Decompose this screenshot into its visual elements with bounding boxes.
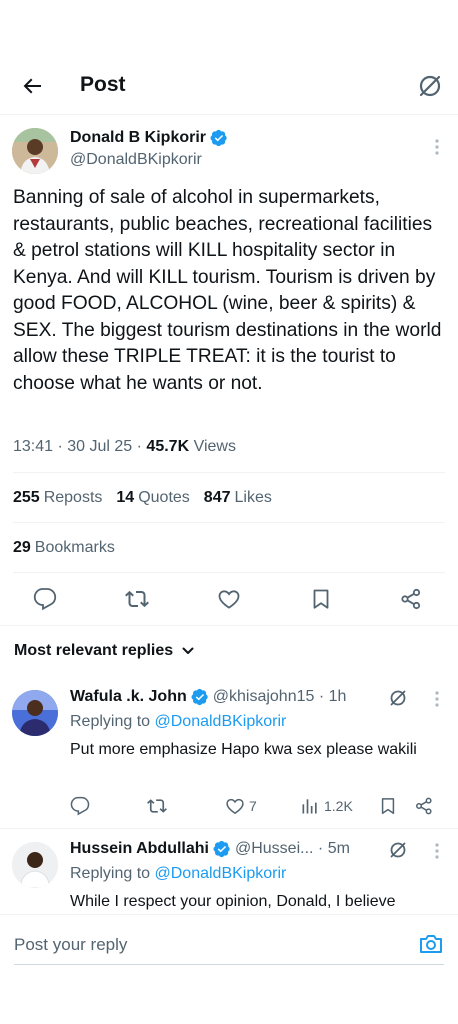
avatar[interactable]: [12, 690, 58, 736]
back-button[interactable]: [18, 72, 46, 100]
top-bar: Post: [0, 60, 458, 112]
bookmark-icon: [381, 798, 395, 814]
divider: [13, 522, 445, 523]
divider: [0, 625, 458, 626]
replies-sort-button[interactable]: Most relevant replies: [14, 642, 195, 660]
verified-badge-icon: [213, 840, 230, 858]
replying-to-prefix: Replying to: [70, 713, 155, 730]
author-handle[interactable]: @DonaldBKipkorir: [70, 151, 202, 169]
replying-to-mention[interactable]: @DonaldBKipkorir: [155, 713, 287, 730]
chevron-down-icon: [182, 647, 194, 654]
grok-icon[interactable]: [388, 688, 408, 708]
composer-underline: [14, 964, 444, 965]
replying-to-prefix: Replying to: [70, 865, 155, 882]
share-icon[interactable]: [399, 587, 423, 611]
replying-to: Replying to @DonaldBKipkorir: [70, 713, 286, 731]
divider: [0, 828, 458, 829]
share-icon: [415, 797, 432, 815]
likes-stat[interactable]: 847 Likes: [204, 489, 272, 507]
reposts-count: 255: [13, 489, 40, 506]
reply-handle-time[interactable]: @Hussei... · 5m: [235, 840, 350, 858]
grok-button[interactable]: [416, 72, 444, 100]
avatar[interactable]: [12, 842, 58, 888]
grok-icon[interactable]: [388, 840, 408, 860]
like-icon: [226, 798, 244, 815]
author-name[interactable]: Donald B Kipkorir: [70, 129, 206, 147]
engagement-stats: 255 Reposts 14 Quotes 847 Likes: [13, 489, 272, 507]
verified-badge-icon: [191, 688, 208, 706]
quotes-count: 14: [116, 489, 135, 506]
avatar-image: [12, 842, 58, 888]
post-meta: 13:41 · 30 Jul 25 · 45.7K Views: [13, 438, 236, 456]
bookmarks-stat[interactable]: 29 Bookmarks: [13, 539, 115, 557]
reply-input[interactable]: Post your reply: [14, 935, 127, 955]
reply-like-count: 7: [249, 798, 257, 814]
bookmark-icon[interactable]: [309, 587, 333, 611]
camera-icon[interactable]: [418, 931, 444, 957]
verified-badge-icon: [210, 129, 227, 147]
reply-reply-button[interactable]: [70, 796, 90, 816]
reply-author-name[interactable]: Hussein Abdullahi: [70, 840, 209, 858]
bookmarks-count: 29: [13, 539, 31, 556]
likes-count: 847: [203, 489, 231, 506]
reply-author-name[interactable]: Wafula .k. John: [70, 688, 187, 706]
repost-icon[interactable]: [125, 587, 149, 611]
reply-icon[interactable]: [33, 587, 57, 611]
avatar-image: [12, 690, 58, 736]
reposts-label: Reposts: [43, 489, 103, 506]
reply-item[interactable]: Hussein Abdullahi @Hussei... · 5m Replyi…: [0, 840, 458, 914]
arrow-left-icon: [23, 78, 41, 94]
analytics-icon: [302, 799, 317, 814]
divider: [13, 572, 445, 573]
author-name-row[interactable]: Donald B Kipkorir: [70, 129, 228, 147]
reply-share-button[interactable]: [414, 796, 434, 816]
reply-like-button[interactable]: 7: [225, 796, 257, 816]
page-title: Post: [80, 73, 126, 96]
quotes-stat[interactable]: 14 Quotes: [116, 489, 189, 507]
avatar-image: [12, 128, 58, 174]
reply-text: While I respect your opinion, Donald, I …: [70, 893, 396, 910]
reply-action-bar: 7 1.2K: [0, 796, 458, 818]
repost-icon: [147, 799, 167, 813]
divider: [13, 472, 445, 473]
reply-composer: Post your reply: [0, 914, 458, 974]
bookmarks-label: Bookmarks: [34, 539, 115, 556]
post-action-bar: [0, 587, 458, 613]
avatar[interactable]: [12, 128, 58, 174]
reply-repost-button[interactable]: [147, 796, 167, 816]
reply-text: Put more emphasize Hapo kwa sex please w…: [70, 741, 417, 758]
reply-views-button[interactable]: 1.2K: [300, 796, 353, 816]
reply-icon: [70, 796, 90, 816]
reply-header: Hussein Abdullahi @Hussei... · 5m: [70, 840, 350, 858]
likes-label: Likes: [234, 489, 272, 506]
reply-header: Wafula .k. John @khisajohn15 · 1h: [70, 688, 346, 706]
post-text: Banning of sale of alcohol in supermarke…: [13, 187, 442, 394]
reply-item[interactable]: Wafula .k. John @khisajohn15 · 1h Replyi…: [0, 688, 458, 822]
quotes-label: Quotes: [138, 489, 190, 506]
divider: [0, 114, 458, 115]
replies-sort-label: Most relevant replies: [14, 642, 174, 659]
views-label: Views: [189, 438, 236, 455]
more-options-icon[interactable]: [434, 842, 440, 860]
views-count: 45.7K: [146, 438, 190, 455]
replying-to: Replying to @DonaldBKipkorir: [70, 865, 286, 883]
reply-handle-time[interactable]: @khisajohn15 · 1h: [213, 688, 347, 706]
reply-bookmark-button[interactable]: [378, 796, 398, 816]
grok-icon: [419, 75, 441, 97]
post-author: Donald B Kipkorir @DonaldBKipkorir: [0, 128, 458, 176]
like-icon[interactable]: [217, 587, 241, 611]
replying-to-mention[interactable]: @DonaldBKipkorir: [155, 865, 287, 882]
more-options-icon[interactable]: [434, 138, 440, 156]
reply-view-count: 1.2K: [324, 798, 353, 814]
post-timestamp: 13:41 · 30 Jul 25 ·: [13, 438, 147, 455]
more-options-icon[interactable]: [434, 690, 440, 708]
reposts-stat[interactable]: 255 Reposts: [13, 489, 102, 507]
